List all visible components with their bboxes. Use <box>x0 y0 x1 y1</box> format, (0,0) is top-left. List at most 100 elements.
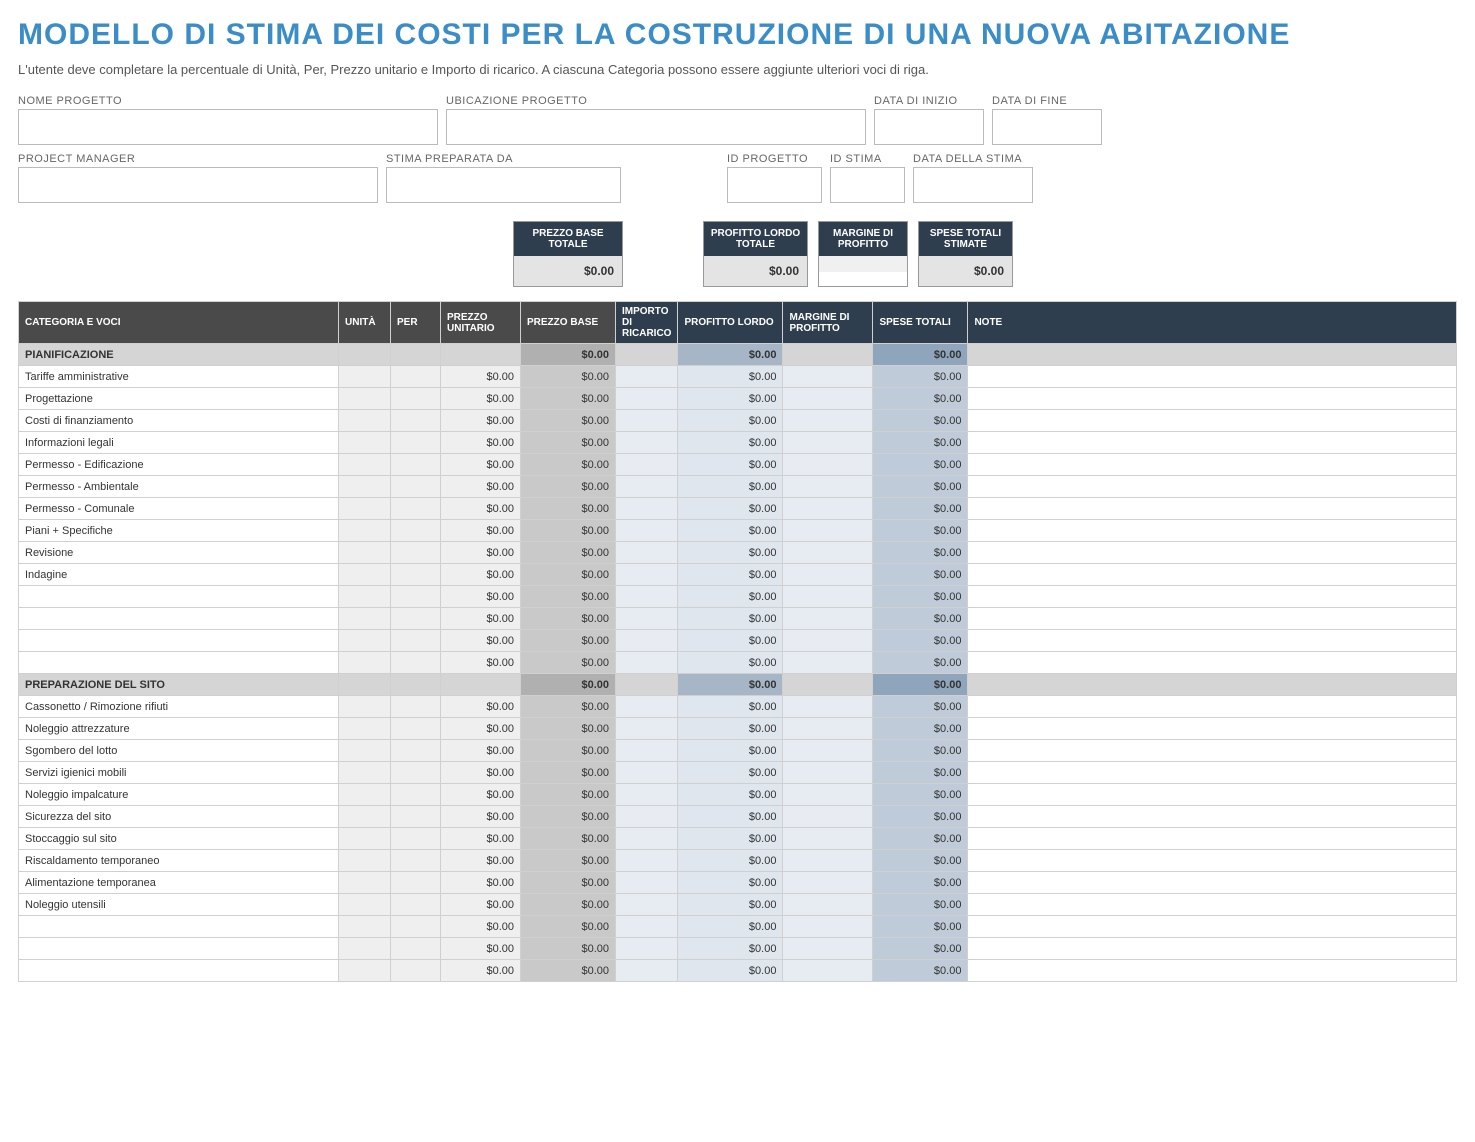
item-name[interactable]: Tariffe amministrative <box>19 366 339 388</box>
item-name[interactable] <box>19 652 339 674</box>
cell-per[interactable] <box>391 828 441 850</box>
cell-per[interactable] <box>391 388 441 410</box>
cell-note[interactable] <box>968 586 1457 608</box>
cell-per[interactable] <box>391 652 441 674</box>
item-name[interactable] <box>19 630 339 652</box>
cell-prezzo-unitario[interactable]: $0.00 <box>441 784 521 806</box>
data-inizio-input[interactable] <box>874 109 984 145</box>
cell-prezzo-unitario[interactable]: $0.00 <box>441 872 521 894</box>
cell-importo-ricarico[interactable] <box>616 410 678 432</box>
cell-unita[interactable] <box>339 806 391 828</box>
cell-prezzo-unitario[interactable]: $0.00 <box>441 894 521 916</box>
cell-note[interactable] <box>968 652 1457 674</box>
cell-note[interactable] <box>968 718 1457 740</box>
cell-prezzo-unitario[interactable]: $0.00 <box>441 718 521 740</box>
cell-unita[interactable] <box>339 366 391 388</box>
cell-importo-ricarico[interactable] <box>616 586 678 608</box>
cell-note[interactable] <box>968 630 1457 652</box>
cell-per[interactable] <box>391 872 441 894</box>
cell-prezzo-unitario[interactable]: $0.00 <box>441 410 521 432</box>
item-name[interactable]: Permesso - Comunale <box>19 498 339 520</box>
item-name[interactable]: Progettazione <box>19 388 339 410</box>
cell-unita[interactable] <box>339 696 391 718</box>
cell-importo-ricarico[interactable] <box>616 828 678 850</box>
cell-prezzo-unitario[interactable]: $0.00 <box>441 762 521 784</box>
cell-note[interactable] <box>968 740 1457 762</box>
cell-per[interactable] <box>391 608 441 630</box>
cell-unita[interactable] <box>339 388 391 410</box>
cell-importo-ricarico[interactable] <box>616 476 678 498</box>
cell-prezzo-unitario[interactable]: $0.00 <box>441 630 521 652</box>
cell-note[interactable] <box>968 410 1457 432</box>
cell-importo-ricarico[interactable] <box>616 762 678 784</box>
item-name[interactable]: Noleggio impalcature <box>19 784 339 806</box>
item-name[interactable]: Stoccaggio sul sito <box>19 828 339 850</box>
cell-prezzo-unitario[interactable]: $0.00 <box>441 432 521 454</box>
item-name[interactable]: Servizi igienici mobili <box>19 762 339 784</box>
cell-importo-ricarico[interactable] <box>616 740 678 762</box>
cell-unita[interactable] <box>339 608 391 630</box>
cell-importo-ricarico[interactable] <box>616 366 678 388</box>
item-name[interactable]: Permesso - Edificazione <box>19 454 339 476</box>
cell-importo-ricarico[interactable] <box>616 454 678 476</box>
cell-prezzo-unitario[interactable]: $0.00 <box>441 828 521 850</box>
cell-prezzo-unitario[interactable]: $0.00 <box>441 960 521 982</box>
cell-per[interactable] <box>391 498 441 520</box>
data-fine-input[interactable] <box>992 109 1102 145</box>
cell-per[interactable] <box>391 784 441 806</box>
cell-importo-ricarico[interactable] <box>616 718 678 740</box>
cell-per[interactable] <box>391 806 441 828</box>
item-name[interactable]: Indagine <box>19 564 339 586</box>
cell-unita[interactable] <box>339 894 391 916</box>
cell-note[interactable] <box>968 432 1457 454</box>
cell-unita[interactable] <box>339 432 391 454</box>
item-name[interactable]: Sgombero del lotto <box>19 740 339 762</box>
cell-prezzo-unitario[interactable]: $0.00 <box>441 938 521 960</box>
item-name[interactable]: Alimentazione temporanea <box>19 872 339 894</box>
cell-unita[interactable] <box>339 916 391 938</box>
cell-importo-ricarico[interactable] <box>616 564 678 586</box>
item-name[interactable]: Revisione <box>19 542 339 564</box>
cell-prezzo-unitario[interactable]: $0.00 <box>441 498 521 520</box>
cell-note[interactable] <box>968 806 1457 828</box>
cell-per[interactable] <box>391 410 441 432</box>
cell-prezzo-unitario[interactable]: $0.00 <box>441 850 521 872</box>
cell-per[interactable] <box>391 454 441 476</box>
item-name[interactable] <box>19 916 339 938</box>
cell-per[interactable] <box>391 630 441 652</box>
item-name[interactable]: Permesso - Ambientale <box>19 476 339 498</box>
cell-importo-ricarico[interactable] <box>616 542 678 564</box>
cell-unita[interactable] <box>339 454 391 476</box>
cell-importo-ricarico[interactable] <box>616 784 678 806</box>
cell-note[interactable] <box>968 388 1457 410</box>
cell-per[interactable] <box>391 740 441 762</box>
cell-prezzo-unitario[interactable]: $0.00 <box>441 520 521 542</box>
cell-per[interactable] <box>391 718 441 740</box>
item-name[interactable]: Costi di finanziamento <box>19 410 339 432</box>
cell-importo-ricarico[interactable] <box>616 806 678 828</box>
cell-note[interactable] <box>968 696 1457 718</box>
cell-note[interactable] <box>968 454 1457 476</box>
cell-per[interactable] <box>391 564 441 586</box>
cell-unita[interactable] <box>339 850 391 872</box>
cell-per[interactable] <box>391 542 441 564</box>
cell-prezzo-unitario[interactable]: $0.00 <box>441 740 521 762</box>
cell-importo-ricarico[interactable] <box>616 894 678 916</box>
cell-prezzo-unitario[interactable]: $0.00 <box>441 564 521 586</box>
data-stima-input[interactable] <box>913 167 1033 203</box>
cell-unita[interactable] <box>339 938 391 960</box>
cell-unita[interactable] <box>339 872 391 894</box>
item-name[interactable] <box>19 586 339 608</box>
cell-per[interactable] <box>391 762 441 784</box>
cell-per[interactable] <box>391 960 441 982</box>
cell-prezzo-unitario[interactable]: $0.00 <box>441 806 521 828</box>
cell-unita[interactable] <box>339 718 391 740</box>
cell-prezzo-unitario[interactable]: $0.00 <box>441 652 521 674</box>
cell-importo-ricarico[interactable] <box>616 432 678 454</box>
cell-prezzo-unitario[interactable]: $0.00 <box>441 454 521 476</box>
cell-importo-ricarico[interactable] <box>616 960 678 982</box>
cell-unita[interactable] <box>339 960 391 982</box>
cell-note[interactable] <box>968 894 1457 916</box>
stima-preparata-input[interactable] <box>386 167 621 203</box>
cell-note[interactable] <box>968 564 1457 586</box>
